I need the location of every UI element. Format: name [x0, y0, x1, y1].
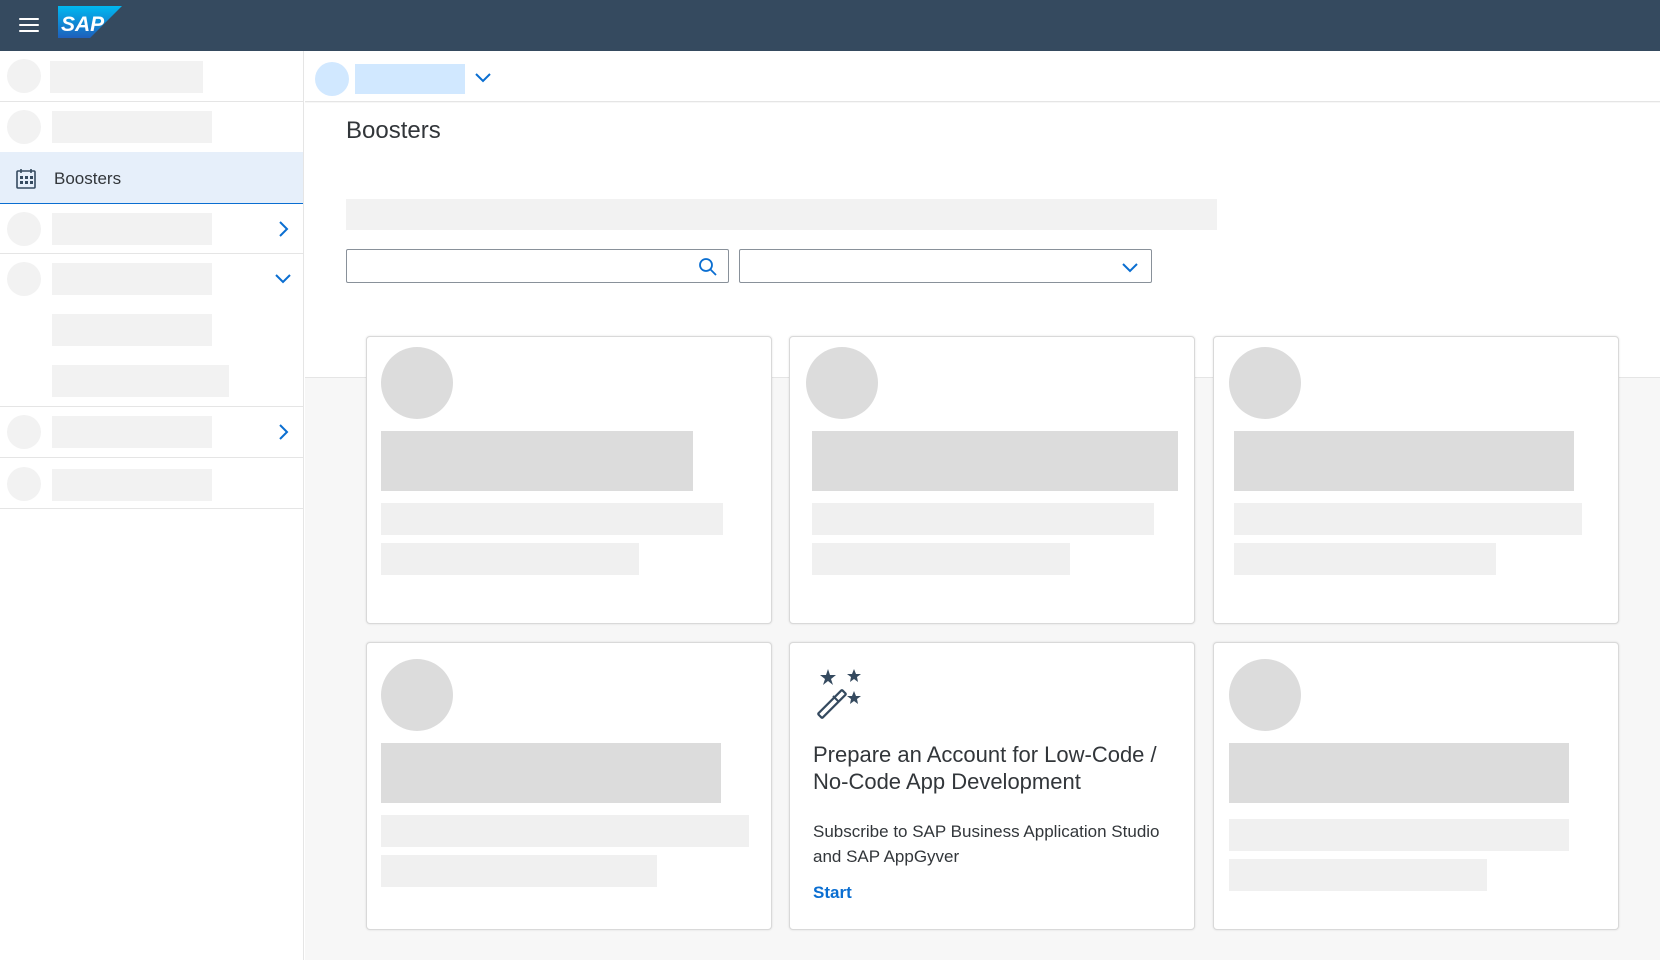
- card-text-placeholder: [1234, 503, 1582, 535]
- booster-card-placeholder[interactable]: [789, 336, 1195, 624]
- main-content: Boosters Prepare an Account for Low-Code…: [305, 51, 1660, 960]
- search-icon[interactable]: [698, 257, 718, 277]
- nav-group-expanded: [0, 254, 303, 407]
- booster-card-placeholder[interactable]: [366, 336, 772, 624]
- card-title-placeholder: [1229, 743, 1569, 803]
- card-text-placeholder: [1229, 859, 1487, 891]
- nav-item-icon-placeholder: [7, 415, 41, 449]
- sap-logo[interactable]: SAP: [58, 6, 122, 38]
- description-placeholder: [346, 199, 1217, 230]
- shell-bar: SAP: [0, 0, 1660, 51]
- nav-item-label-placeholder: [50, 61, 203, 93]
- magic-wand-icon: [817, 669, 861, 719]
- booster-card-placeholder[interactable]: [1213, 642, 1619, 930]
- card-title: Prepare an Account for Low-Code / No-Cod…: [813, 742, 1157, 794]
- card-text-placeholder: [381, 815, 749, 847]
- nav-item-placeholder[interactable]: [0, 458, 303, 509]
- card-text-placeholder: [381, 503, 723, 535]
- chevron-right-icon[interactable]: [274, 220, 292, 238]
- card-icon-placeholder: [381, 659, 453, 731]
- card-text-placeholder: [381, 855, 657, 887]
- nav-item-label-placeholder: [52, 469, 212, 501]
- nav-item-label-placeholder: [52, 213, 212, 245]
- sidebar-item-label: Boosters: [54, 169, 122, 188]
- nav-item-placeholder[interactable]: [0, 407, 303, 458]
- hamburger-menu-icon[interactable]: [16, 12, 42, 38]
- nav-item-icon-placeholder: [7, 467, 41, 501]
- card-text-placeholder: [381, 543, 639, 575]
- card-title-placeholder: [381, 431, 693, 491]
- card-description: Subscribe to SAP Business Application St…: [813, 822, 1160, 866]
- card-text-placeholder: [1234, 543, 1496, 575]
- chevron-right-icon[interactable]: [274, 423, 292, 441]
- context-label-placeholder[interactable]: [355, 64, 465, 94]
- card-text-placeholder: [1229, 819, 1569, 851]
- search-field[interactable]: [346, 249, 729, 283]
- nav-item-label-placeholder: [52, 111, 212, 143]
- calendar-grid-icon: [16, 169, 36, 189]
- card-text-placeholder: [812, 543, 1070, 575]
- sub-header: [305, 51, 1660, 102]
- chevron-down-icon: [1122, 263, 1138, 273]
- card-title-placeholder: [1234, 431, 1574, 491]
- nav-item-label-placeholder: [52, 263, 212, 295]
- card-title-placeholder: [812, 431, 1178, 491]
- nav-subitem-placeholder[interactable]: [52, 365, 229, 397]
- nav-item-icon-placeholder: [7, 262, 41, 296]
- page-title: Boosters: [346, 117, 441, 144]
- card-title-placeholder: [381, 743, 721, 803]
- context-avatar-placeholder[interactable]: [315, 62, 349, 96]
- chevron-down-icon[interactable]: [474, 69, 492, 87]
- card-icon-placeholder: [1229, 347, 1301, 419]
- chevron-down-icon[interactable]: [274, 270, 292, 288]
- nav-item-placeholder[interactable]: [0, 102, 303, 152]
- card-icon-placeholder: [806, 347, 878, 419]
- nav-item-icon-placeholder: [7, 59, 41, 93]
- side-navigation: Boosters: [0, 51, 304, 960]
- filter-select[interactable]: [739, 249, 1152, 283]
- nav-item-placeholder[interactable]: [0, 204, 303, 254]
- booster-card-low-code[interactable]: Prepare an Account for Low-Code / No-Cod…: [789, 642, 1195, 930]
- booster-card-placeholder[interactable]: [1213, 336, 1619, 624]
- nav-item-label-placeholder: [52, 416, 212, 448]
- booster-card-placeholder[interactable]: [366, 642, 772, 930]
- card-icon-placeholder: [381, 347, 453, 419]
- nav-item-placeholder[interactable]: [0, 51, 303, 102]
- start-link[interactable]: Start: [813, 883, 852, 903]
- logo-text: SAP: [61, 13, 105, 36]
- nav-subitem-placeholder[interactable]: [52, 314, 212, 346]
- card-text-placeholder: [812, 503, 1154, 535]
- nav-item-icon-placeholder: [7, 212, 41, 246]
- search-input[interactable]: [347, 250, 687, 282]
- nav-item-icon-placeholder: [7, 110, 41, 144]
- sidebar-item-boosters[interactable]: Boosters: [0, 152, 303, 204]
- card-icon-placeholder: [1229, 659, 1301, 731]
